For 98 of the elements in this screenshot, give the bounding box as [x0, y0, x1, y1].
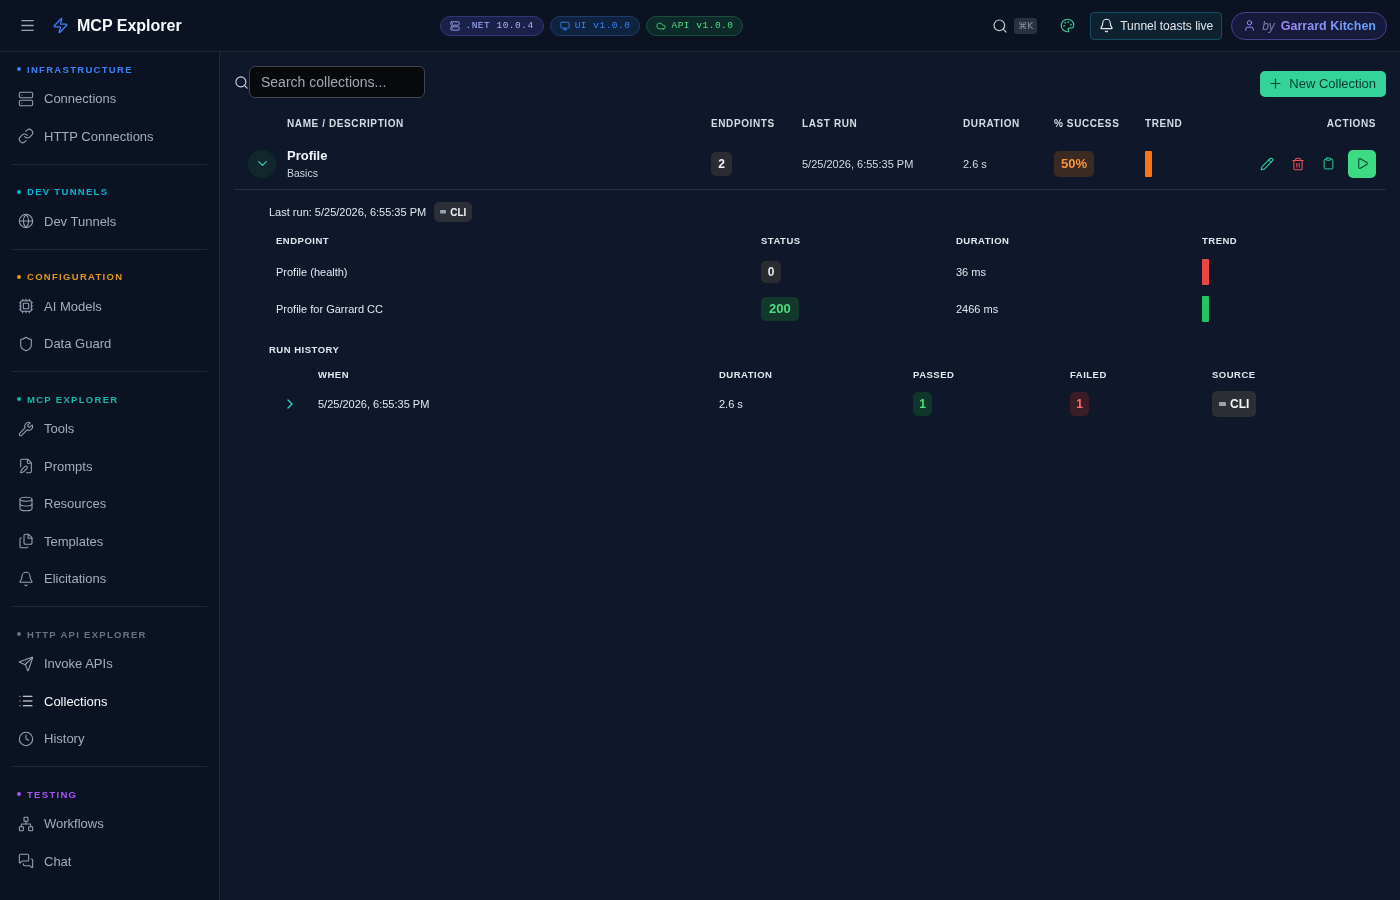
- wrench-icon: [18, 420, 34, 437]
- status-code: 200: [761, 296, 799, 321]
- column-header: ENDPOINT: [276, 234, 330, 246]
- server-icon: [450, 20, 461, 31]
- failed-count: 1: [1070, 392, 1089, 416]
- shortcut-key: ⌘K: [1014, 17, 1038, 34]
- success-rate: 50%: [1054, 150, 1095, 177]
- server-icon: [18, 90, 34, 107]
- section-title: DEV TUNNELS: [27, 186, 109, 197]
- version-label: .NET 10.0.4: [465, 20, 534, 31]
- user-button[interactable]: by Garrard Kitchen: [1231, 11, 1387, 40]
- bell-icon: [1099, 18, 1115, 33]
- run-duration: 2.6 s: [719, 398, 743, 410]
- lightning-icon: [52, 17, 69, 34]
- run-button[interactable]: [1348, 149, 1376, 178]
- nav-item[interactable]: Prompts: [12, 447, 207, 485]
- trash-icon[interactable]: [1291, 156, 1305, 171]
- collection-description: Basics: [287, 167, 318, 179]
- duration-cell: 2.6 s: [963, 157, 987, 170]
- nav-item[interactable]: HTTP Connections: [12, 117, 207, 155]
- source-label: CLI: [1230, 397, 1250, 411]
- last-run-cell: 5/25/2026, 6:55:35 PM: [802, 157, 914, 170]
- send-icon: [18, 655, 34, 672]
- last-run-text: Last run: 5/25/2026, 6:55:35 PM: [269, 206, 427, 218]
- endpoint-count: 2: [711, 151, 732, 176]
- section-heading: RUN HISTORY: [269, 343, 340, 355]
- nav-item[interactable]: History: [12, 720, 207, 758]
- endpoint-name: Profile for Garrard CC: [276, 302, 383, 315]
- link-icon: [18, 128, 34, 145]
- column-header: DURATION: [963, 117, 1021, 129]
- user-icon: [1243, 19, 1257, 32]
- nav-item[interactable]: Workflows: [12, 805, 207, 843]
- keyboard-icon: [1219, 401, 1226, 407]
- search-field[interactable]: Search collections...: [249, 66, 425, 98]
- passed-count: 1: [913, 392, 932, 416]
- globe-icon: [18, 213, 34, 230]
- tunnel-toasts-button[interactable]: Tunnel toasts live: [1090, 11, 1223, 40]
- nav-item[interactable]: Connections: [12, 80, 207, 118]
- status-code: 0: [761, 260, 781, 283]
- nav-item[interactable]: AI Models: [12, 287, 207, 325]
- endpoint-duration: 36 ms: [956, 265, 986, 278]
- section-title: MCP EXPLORER: [27, 393, 119, 405]
- section-title: INFRASTRUCTURE: [27, 63, 133, 75]
- column-header: ENDPOINTS: [711, 117, 776, 129]
- column-header: TREND: [1202, 234, 1238, 246]
- column-header: DURATION: [719, 368, 773, 380]
- cloud-icon: [656, 20, 667, 31]
- clock-icon: [18, 730, 34, 747]
- nav-item[interactable]: Resources: [12, 485, 207, 523]
- collection-name: Profile: [287, 148, 328, 163]
- nav-item[interactable]: Elicitations: [12, 560, 207, 598]
- menu-icon[interactable]: [19, 17, 36, 34]
- keyboard-icon: [440, 210, 447, 214]
- plus-icon: [1268, 76, 1284, 91]
- column-header: TREND: [1145, 117, 1184, 129]
- column-header: LAST RUN: [802, 117, 859, 129]
- nav-item[interactable]: Chat: [12, 842, 207, 880]
- database-icon: [18, 495, 34, 512]
- play-icon: [1355, 157, 1369, 170]
- nav-item[interactable]: Templates: [12, 522, 207, 560]
- bell-icon: [18, 570, 34, 587]
- monitor-icon: [559, 20, 570, 31]
- section-title: TESTING: [27, 788, 78, 800]
- version-label: API v1.0.0: [671, 20, 734, 31]
- nav-item[interactable]: Collections: [12, 682, 207, 720]
- pencil-icon[interactable]: [1260, 156, 1274, 171]
- column-header: NAME / DESCRIPTION: [287, 117, 405, 129]
- column-header: PASSED: [913, 368, 955, 380]
- section-title: HTTP API EXPLORER: [27, 628, 147, 640]
- nav-item[interactable]: Tools: [12, 410, 207, 448]
- clipboard-icon[interactable]: [1322, 157, 1335, 170]
- nav-item[interactable]: Data Guard: [12, 325, 207, 363]
- nav-item[interactable]: Dev Tunnels: [12, 202, 207, 240]
- chip-icon: [18, 298, 34, 315]
- new-collection-button[interactable]: New Collection: [1260, 70, 1386, 97]
- column-header: DURATION: [956, 234, 1010, 246]
- endpoint-name: Profile (health): [276, 265, 348, 278]
- run-time: 5/25/2026, 6:55:35 PM: [318, 398, 430, 410]
- section-title: CONFIGURATION: [27, 271, 124, 282]
- app-title: MCP Explorer: [77, 16, 182, 35]
- sitemap-icon: [18, 815, 34, 832]
- chat-icon: [18, 853, 34, 870]
- endpoint-duration: 2466 ms: [956, 302, 999, 315]
- version-label: UI v1.0.0: [574, 20, 631, 31]
- column-header: STATUS: [761, 234, 801, 246]
- nav-item[interactable]: Invoke APIs: [12, 645, 207, 683]
- search-icon[interactable]: [992, 17, 1009, 34]
- column-header: WHEN: [318, 368, 350, 380]
- file-pen-icon: [18, 458, 34, 475]
- source-label: CLI: [450, 206, 467, 218]
- column-header: FAILED: [1070, 368, 1107, 380]
- search-icon: [234, 74, 249, 90]
- shield-icon: [18, 335, 34, 352]
- palette-icon[interactable]: [1060, 18, 1076, 33]
- files-icon: [18, 533, 34, 550]
- column-header: SOURCE: [1212, 368, 1256, 380]
- column-header: % SUCCESS: [1054, 117, 1121, 129]
- column-header: ACTIONS: [1325, 117, 1377, 129]
